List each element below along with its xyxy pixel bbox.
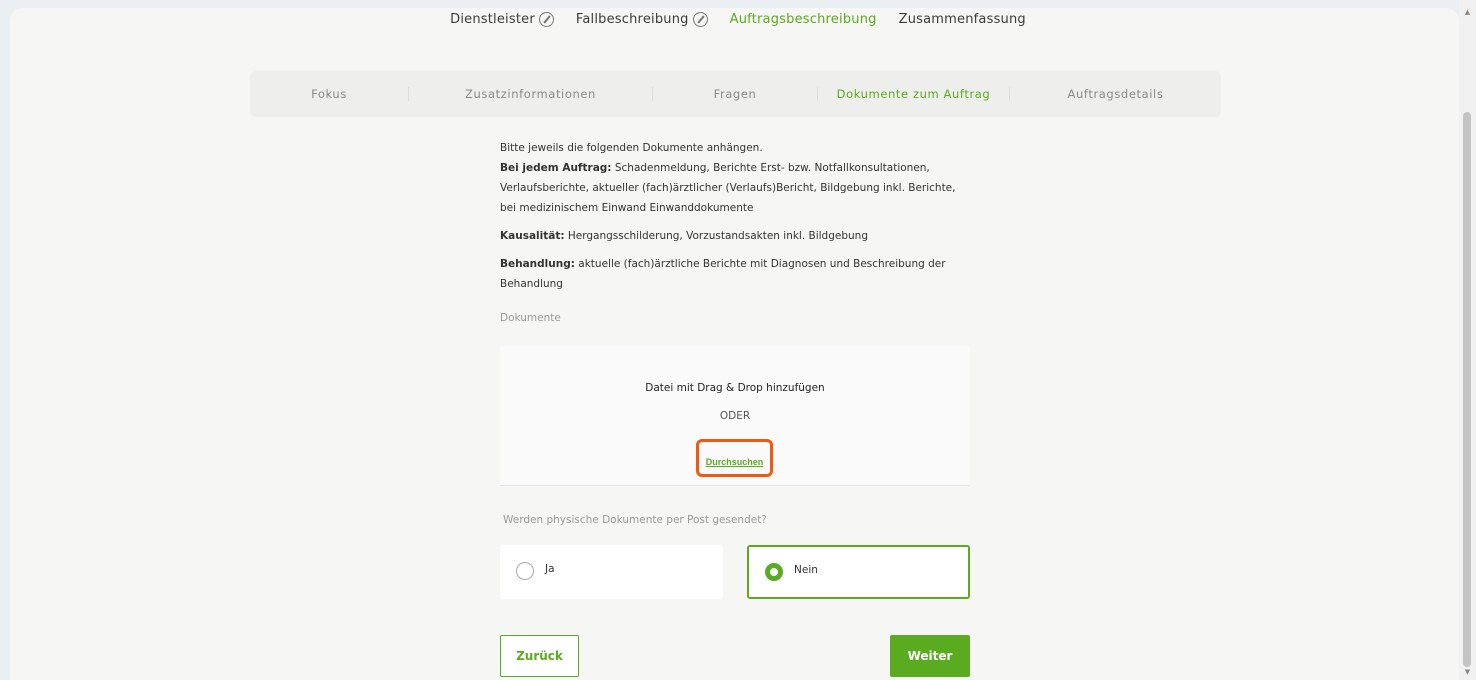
- scroll-down-arrow-icon[interactable]: ▼: [1459, 666, 1476, 678]
- step-label: Auftragsbeschreibung: [729, 11, 877, 27]
- tab-fragen[interactable]: Fragen: [653, 71, 817, 117]
- back-button[interactable]: Zurück: [500, 635, 579, 677]
- step-dienstleister[interactable]: Dienstleister: [450, 10, 554, 28]
- progress-stepper: Dienstleister Fallbeschreibung Auftragsb…: [0, 10, 1476, 28]
- step-label: Zusammenfassung: [898, 11, 1026, 27]
- tab-dokumente-zum-auftrag[interactable]: Dokumente zum Auftrag: [818, 71, 1009, 117]
- causality-text: Hergangsschilderung, Vorzustandsakten in…: [564, 230, 868, 242]
- document-instructions: Bitte jeweils die folgenden Dokumente an…: [500, 138, 970, 294]
- sub-tabs: Fokus Zusatzinformationen Fragen Dokumen…: [250, 71, 1221, 117]
- radio-option-nein[interactable]: Nein: [747, 545, 970, 599]
- intro-text: Bitte jeweils die folgenden Dokumente an…: [500, 142, 763, 154]
- tab-auftragsdetails[interactable]: Auftragsdetails: [1010, 71, 1221, 117]
- radio-unchecked-icon[interactable]: [516, 562, 534, 580]
- causality-label: Kausalität:: [500, 230, 565, 242]
- radio-label: Nein: [794, 564, 818, 576]
- file-dropzone[interactable]: Datei mit Drag & Drop hinzufügen ODER Du…: [500, 346, 970, 486]
- browse-label: Durchsuchen: [705, 456, 764, 467]
- edit-pencil-icon[interactable]: [692, 11, 708, 27]
- vertical-scrollbar[interactable]: ▲ ▼: [1459, 0, 1476, 680]
- radio-label: Ja: [545, 563, 555, 575]
- dropzone-or-text: ODER: [719, 410, 751, 422]
- physical-documents-question: Werden physische Dokumente per Post gese…: [503, 514, 767, 526]
- next-button[interactable]: Weiter: [890, 635, 970, 677]
- step-label: Fallbeschreibung: [575, 11, 689, 27]
- dropzone-title: Datei mit Drag & Drop hinzufügen: [645, 382, 825, 394]
- step-zusammenfassung: Zusammenfassung: [899, 10, 1026, 28]
- tab-zusatzinformationen[interactable]: Zusatzinformationen: [409, 71, 652, 117]
- radio-option-ja[interactable]: Ja: [500, 545, 723, 599]
- browse-button[interactable]: Durchsuchen: [696, 439, 773, 477]
- tab-fokus[interactable]: Fokus: [250, 71, 408, 117]
- scroll-thumb[interactable]: [1463, 112, 1471, 667]
- radio-checked-icon[interactable]: [765, 563, 783, 581]
- treatment-label: Behandlung:: [500, 258, 575, 270]
- step-fallbeschreibung[interactable]: Fallbeschreibung: [576, 10, 708, 28]
- step-auftragsbeschreibung: Auftragsbeschreibung: [730, 10, 877, 28]
- step-label: Dienstleister: [450, 11, 535, 27]
- every-order-label: Bei jedem Auftrag:: [500, 162, 612, 174]
- edit-pencil-icon[interactable]: [538, 11, 554, 27]
- documents-label: Dokumente: [500, 312, 561, 324]
